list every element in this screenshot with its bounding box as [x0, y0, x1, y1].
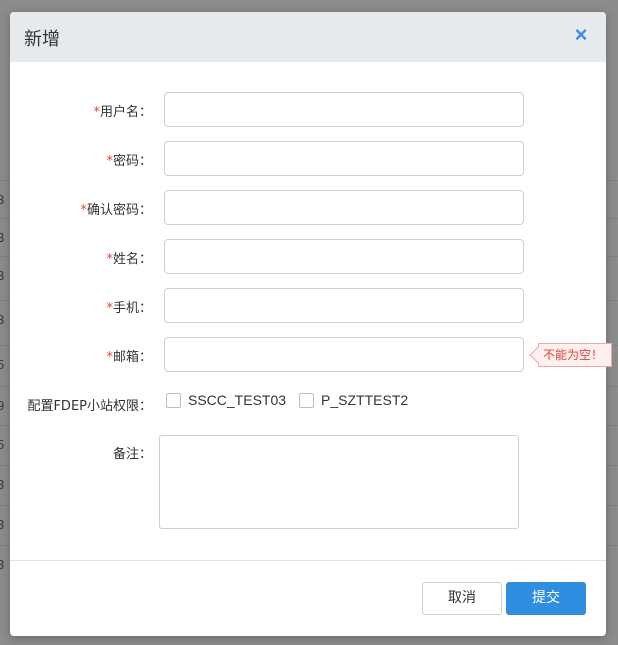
remark-textarea[interactable] — [159, 435, 519, 529]
remark-row: 备注： — [10, 435, 606, 530]
username-label: *用户名： — [93, 105, 152, 120]
phone-row: *手机： — [10, 288, 606, 324]
row-fragment: 3 — [0, 557, 5, 572]
dialog-title: 新增 — [24, 29, 60, 50]
name-input[interactable] — [164, 239, 524, 274]
fdep-option-sscc[interactable]: SSCC_TEST03 — [166, 392, 286, 408]
confirm-password-label: *确认密码： — [80, 203, 152, 218]
checkbox[interactable] — [299, 392, 315, 408]
row-fragment: 3 — [0, 192, 5, 207]
row-fragment: 9 — [0, 398, 5, 413]
name-label: *姓名： — [106, 252, 152, 267]
phone-input[interactable] — [164, 288, 524, 323]
email-input[interactable] — [164, 337, 524, 372]
fdep-label: 配置FDEP小站权限： — [27, 399, 152, 414]
email-error-tooltip: 不能为空！ — [529, 343, 613, 367]
fdep-checkbox-group: SSCC_TEST03 P_SZTTEST2 — [166, 390, 421, 410]
email-error-text: 不能为空！ — [543, 348, 604, 362]
password-label: *密码： — [106, 154, 152, 169]
dialog-header: 新增 × — [10, 12, 606, 62]
password-row: *密码： — [10, 141, 606, 177]
password-input[interactable] — [164, 141, 524, 176]
footer-divider — [10, 560, 606, 561]
row-fragment: 3 — [0, 517, 5, 532]
add-user-dialog: 新增 × *用户名： *密码： *确认密码： *姓名： *手机： *邮箱： 配置… — [10, 12, 606, 636]
close-icon[interactable]: × — [570, 24, 592, 47]
phone-label: *手机： — [106, 301, 152, 316]
row-fragment: 5 — [0, 437, 5, 452]
row-fragment: 5 — [0, 357, 5, 372]
username-input[interactable] — [164, 92, 524, 127]
checkbox-label: SSCC_TEST03 — [188, 392, 287, 408]
fdep-row: 配置FDEP小站权限： SSCC_TEST03 P_SZTTEST2 — [10, 386, 606, 422]
name-row: *姓名： — [10, 239, 606, 275]
remark-label: 备注： — [112, 447, 152, 462]
row-fragment: 3 — [0, 312, 5, 327]
email-label: *邮箱： — [106, 350, 152, 365]
row-fragment: 3 — [0, 477, 5, 492]
row-fragment: 3 — [0, 268, 5, 283]
fdep-option-p-szttest2[interactable]: P_SZTTEST2 — [299, 392, 408, 408]
submit-button[interactable]: 提交 — [506, 582, 586, 615]
confirm-password-row: *确认密码： — [10, 190, 606, 226]
cancel-button[interactable]: 取消 — [422, 582, 502, 615]
checkbox[interactable] — [166, 392, 181, 408]
username-row: *用户名： — [10, 92, 606, 128]
email-row: *邮箱： — [10, 337, 606, 373]
checkbox-label: P_SZTTEST2 — [321, 392, 409, 408]
row-fragment: 3 — [0, 230, 5, 245]
confirm-password-input[interactable] — [164, 190, 524, 225]
